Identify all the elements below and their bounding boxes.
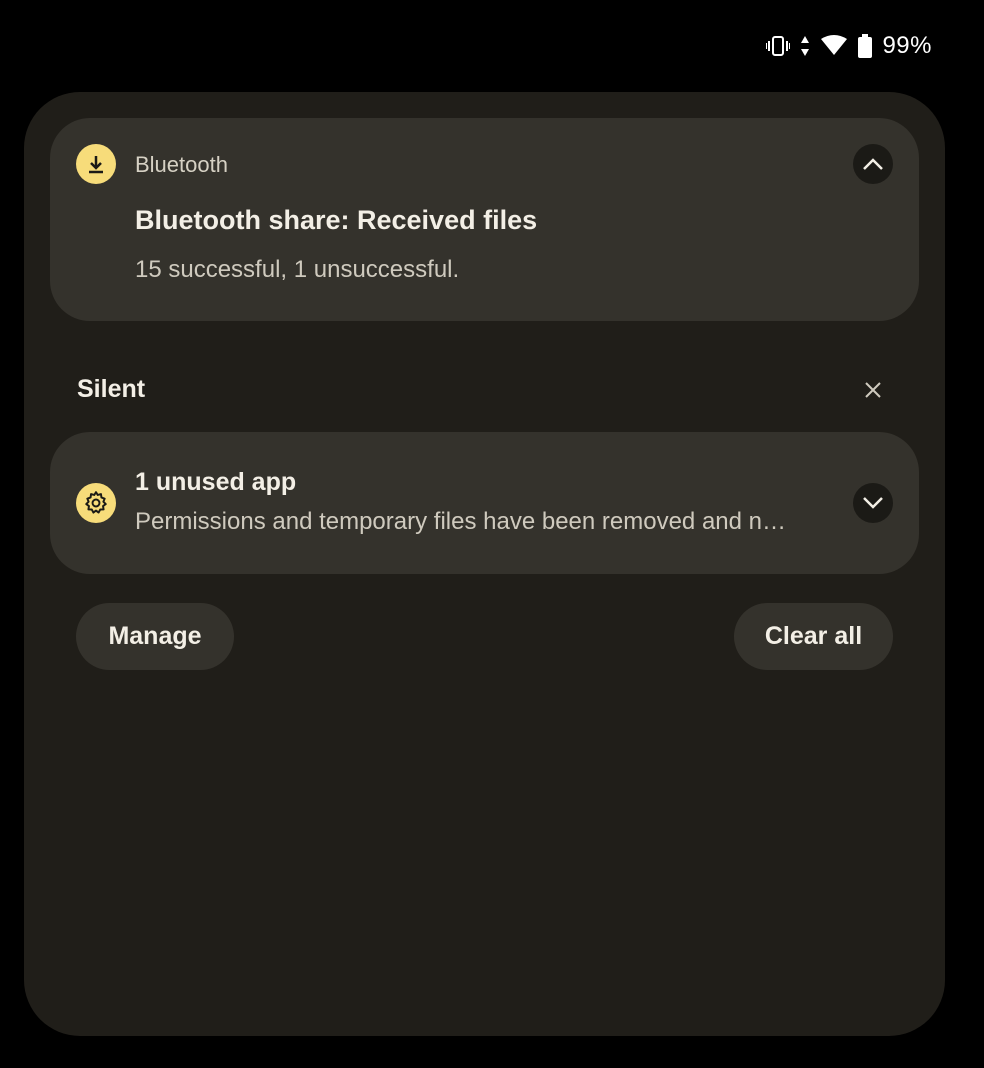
notification-app-name: Bluetooth	[135, 152, 228, 177]
data-arrows-icon	[800, 35, 810, 57]
expand-button[interactable]	[853, 483, 893, 523]
gear-icon	[76, 483, 116, 523]
download-icon	[76, 144, 116, 184]
notification-shade: Bluetooth Bluetooth share: Received file…	[24, 92, 945, 1036]
silent-section-header: Silent	[77, 375, 146, 403]
svg-text:6: 6	[839, 46, 846, 57]
notification-title: Bluetooth share: Received files	[135, 205, 538, 235]
status-bar: 6 99%	[766, 28, 932, 64]
notification-card-unused-app[interactable]: 1 unused app Permissions and temporary f…	[50, 432, 919, 574]
vibrate-icon	[766, 35, 791, 57]
notification-card-bluetooth[interactable]: Bluetooth Bluetooth share: Received file…	[50, 118, 919, 321]
wifi-6-icon: 6	[820, 35, 848, 57]
notification-text: 15 successful, 1 unsuccessful.	[135, 256, 460, 283]
notification-text: Permissions and temporary files have bee…	[135, 508, 786, 535]
chevron-down-icon	[863, 497, 883, 509]
chevron-up-icon	[863, 158, 883, 170]
battery-percentage: 99%	[882, 32, 932, 59]
clear-all-button[interactable]: Clear all	[734, 603, 893, 670]
battery-icon	[858, 34, 873, 58]
collapse-button[interactable]	[853, 144, 893, 184]
dismiss-silent-button[interactable]	[858, 375, 888, 405]
notification-title: 1 unused app	[135, 468, 297, 496]
close-icon	[865, 382, 881, 398]
manage-button[interactable]: Manage	[76, 603, 234, 670]
